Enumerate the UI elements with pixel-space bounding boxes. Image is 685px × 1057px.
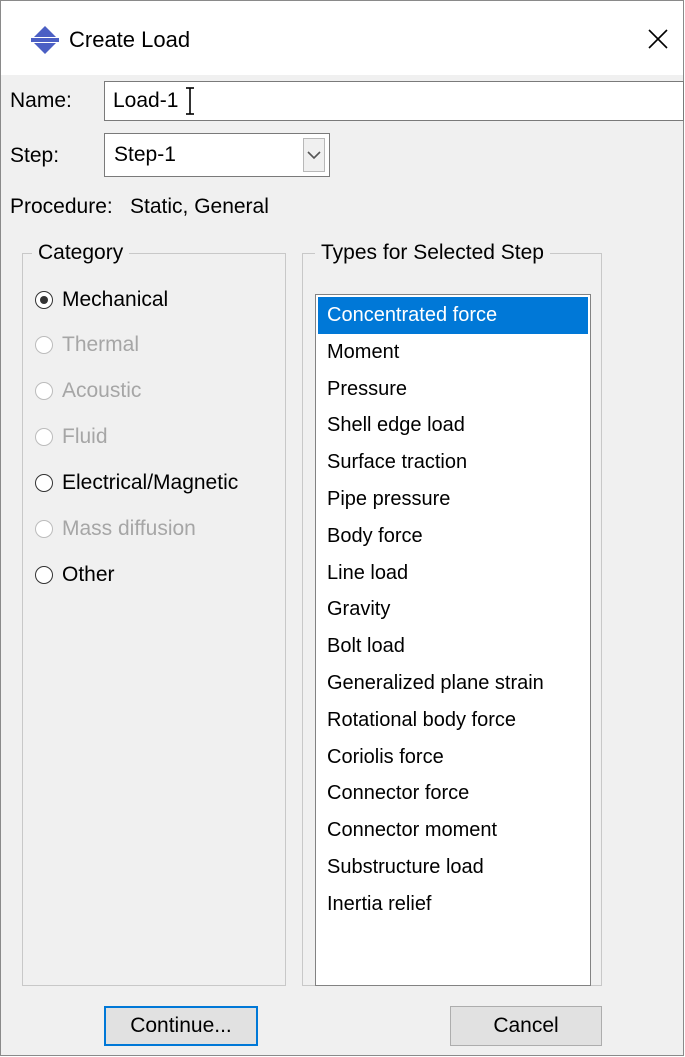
type-item-connector-force[interactable]: Connector force — [318, 775, 588, 812]
category-option-other[interactable]: Other — [35, 561, 115, 589]
type-item-moment[interactable]: Moment — [318, 334, 588, 371]
abaqus-load-icon — [31, 26, 59, 54]
step-label: Step: — [10, 144, 60, 167]
category-option-electrical-magnetic[interactable]: Electrical/Magnetic — [35, 469, 238, 497]
category-option-label: Fluid — [62, 425, 108, 448]
category-option-mass-diffusion: Mass diffusion — [35, 515, 196, 543]
category-option-label: Acoustic — [62, 379, 142, 402]
radio-checked-dot — [40, 296, 48, 304]
category-option-fluid: Fluid — [35, 423, 108, 451]
window-title: Create Load — [69, 27, 191, 52]
type-item-pressure[interactable]: Pressure — [318, 371, 588, 408]
category-option-label: Mass diffusion — [62, 517, 196, 540]
type-item-concentrated-force[interactable]: Concentrated force — [318, 297, 588, 334]
text-cursor-icon — [186, 87, 194, 115]
step-select[interactable]: Step-1 — [104, 133, 330, 177]
category-legend: Category — [32, 241, 130, 265]
continue-button[interactable]: Continue... — [104, 1006, 258, 1046]
type-item-surface-traction[interactable]: Surface traction — [318, 444, 588, 481]
radio-button — [35, 336, 53, 354]
procedure-value: Static, General — [130, 195, 269, 218]
type-item-shell-edge-load[interactable]: Shell edge load — [318, 407, 588, 444]
type-item-connector-moment[interactable]: Connector moment — [318, 812, 588, 849]
category-group: Category Mechanical Thermal Acoustic Flu… — [22, 241, 286, 986]
category-option-mechanical[interactable]: Mechanical — [35, 286, 168, 314]
category-option-label: Mechanical — [62, 288, 169, 311]
type-item-generalized-plane-strain[interactable]: Generalized plane strain — [318, 665, 588, 702]
name-label: Name: — [10, 89, 72, 112]
type-item-coriolis-force[interactable]: Coriolis force — [318, 739, 588, 776]
type-item-rotational-body-force[interactable]: Rotational body force — [318, 702, 588, 739]
cancel-button[interactable]: Cancel — [450, 1006, 602, 1046]
category-option-acoustic: Acoustic — [35, 377, 141, 405]
types-group: Types for Selected Step Concentrated for… — [302, 241, 602, 986]
type-item-line-load[interactable]: Line load — [318, 555, 588, 592]
types-legend: Types for Selected Step — [315, 241, 550, 265]
category-option-label: Thermal — [62, 333, 140, 356]
chevron-down-icon — [307, 151, 321, 160]
type-item-pipe-pressure[interactable]: Pipe pressure — [318, 481, 588, 518]
radio-button[interactable] — [35, 474, 53, 492]
create-load-dialog: Create Load Name: Step: Step-1 Procedure… — [0, 0, 684, 1056]
radio-button[interactable] — [35, 566, 53, 584]
category-option-label: Electrical/Magnetic — [62, 471, 239, 494]
title-bar: Create Load — [1, 1, 683, 75]
type-item-substructure-load[interactable]: Substructure load — [318, 849, 588, 886]
step-dropdown-button[interactable] — [303, 138, 325, 172]
type-item-gravity[interactable]: Gravity — [318, 591, 588, 628]
radio-button — [35, 382, 53, 400]
types-list[interactable]: Concentrated force Moment Pressure Shell… — [315, 294, 591, 986]
category-option-label: Other — [62, 563, 115, 586]
close-icon — [648, 29, 668, 49]
type-item-bolt-load[interactable]: Bolt load — [318, 628, 588, 665]
close-button[interactable] — [637, 19, 679, 59]
radio-button — [35, 428, 53, 446]
step-selected-value: Step-1 — [114, 143, 176, 166]
category-option-thermal: Thermal — [35, 331, 139, 359]
type-item-inertia-relief[interactable]: Inertia relief — [318, 886, 588, 923]
radio-button[interactable] — [35, 291, 53, 309]
type-item-body-force[interactable]: Body force — [318, 518, 588, 555]
procedure-label: Procedure: — [10, 195, 113, 218]
radio-button — [35, 520, 53, 538]
